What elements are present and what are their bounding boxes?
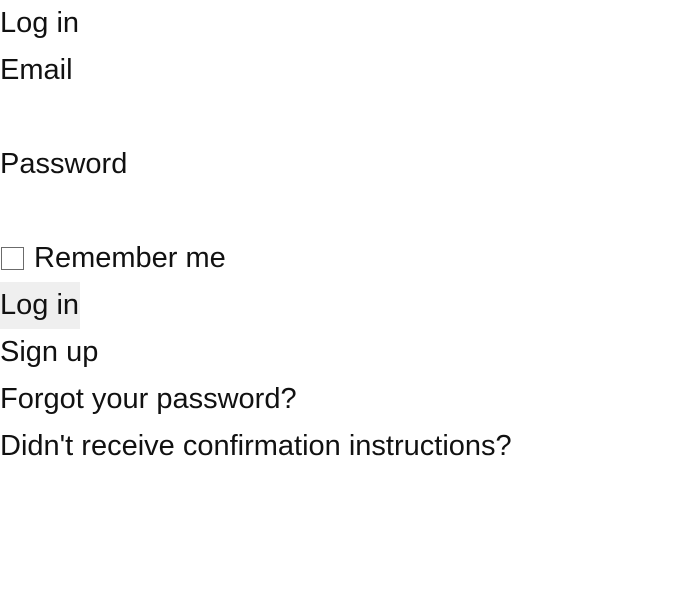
sign-up-link[interactable]: Sign up — [0, 336, 98, 368]
remember-me-row: Remember me — [0, 235, 700, 282]
remember-me-checkbox[interactable] — [1, 247, 24, 270]
forgot-password-link[interactable]: Forgot your password? — [0, 383, 297, 415]
email-field[interactable] — [0, 94, 360, 141]
confirmation-row: Didn't receive confirmation instructions… — [0, 423, 700, 470]
page-title: Log in — [0, 7, 80, 39]
email-label: Email — [0, 54, 73, 86]
forgot-password-row: Forgot your password? — [0, 376, 700, 423]
password-field[interactable] — [0, 188, 360, 235]
log-in-button[interactable]: Log in — [0, 282, 81, 329]
confirmation-instructions-link[interactable]: Didn't receive confirmation instructions… — [0, 430, 512, 462]
sign-up-row: Sign up — [0, 329, 700, 376]
submit-row: Log in — [0, 282, 700, 329]
login-page: Log in Email Password Remember me Log in… — [0, 0, 700, 470]
remember-me-label[interactable]: Remember me — [34, 235, 226, 282]
password-label: Password — [0, 148, 128, 180]
